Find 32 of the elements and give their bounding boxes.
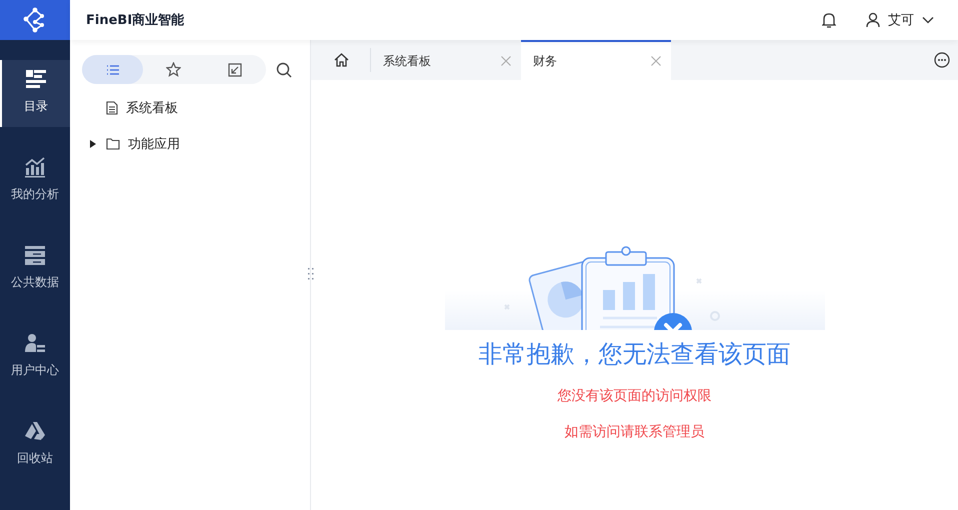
error-message: 您没有该页面的访问权限: [558, 387, 712, 405]
list-icon: [106, 64, 120, 76]
search-icon[interactable]: [276, 62, 292, 78]
user-icon: [866, 12, 880, 28]
resize-handle[interactable]: [308, 268, 314, 280]
home-icon: [334, 53, 348, 67]
nav-item[interactable]: 公共数据: [0, 236, 70, 303]
user-icon: [24, 332, 46, 354]
database-icon: [24, 244, 46, 266]
tree-item[interactable]: 功能应用: [90, 134, 310, 154]
app-title: FineBI商业智能: [86, 12, 186, 29]
caret-right-icon[interactable]: [90, 140, 96, 148]
user-menu[interactable]: 艾可: [866, 11, 934, 29]
tab[interactable]: 系统看板: [371, 40, 521, 80]
nav-item[interactable]: 用户中心: [0, 324, 70, 391]
nav-item[interactable]: 回收站: [0, 412, 70, 479]
tree-item[interactable]: 系统看板: [90, 98, 310, 118]
error-message: 如需访问请联系管理员: [564, 423, 704, 441]
triangle-icon: [24, 420, 46, 442]
nav-item[interactable]: 我的分析: [0, 148, 70, 215]
list-icon: [25, 68, 47, 90]
bell-icon[interactable]: [822, 12, 836, 28]
error-title: 非常抱歉，您无法查看该页面: [478, 339, 790, 370]
nav-item[interactable]: 目录: [0, 60, 70, 127]
folder-icon: [106, 138, 120, 150]
more-icon[interactable]: [934, 52, 950, 68]
tab[interactable]: 财务: [521, 40, 671, 80]
chart-icon: [24, 156, 46, 178]
star-icon: [166, 62, 182, 77]
document-icon: [106, 101, 118, 115]
import-icon: [228, 62, 242, 76]
chevron-down-icon: [922, 16, 934, 24]
